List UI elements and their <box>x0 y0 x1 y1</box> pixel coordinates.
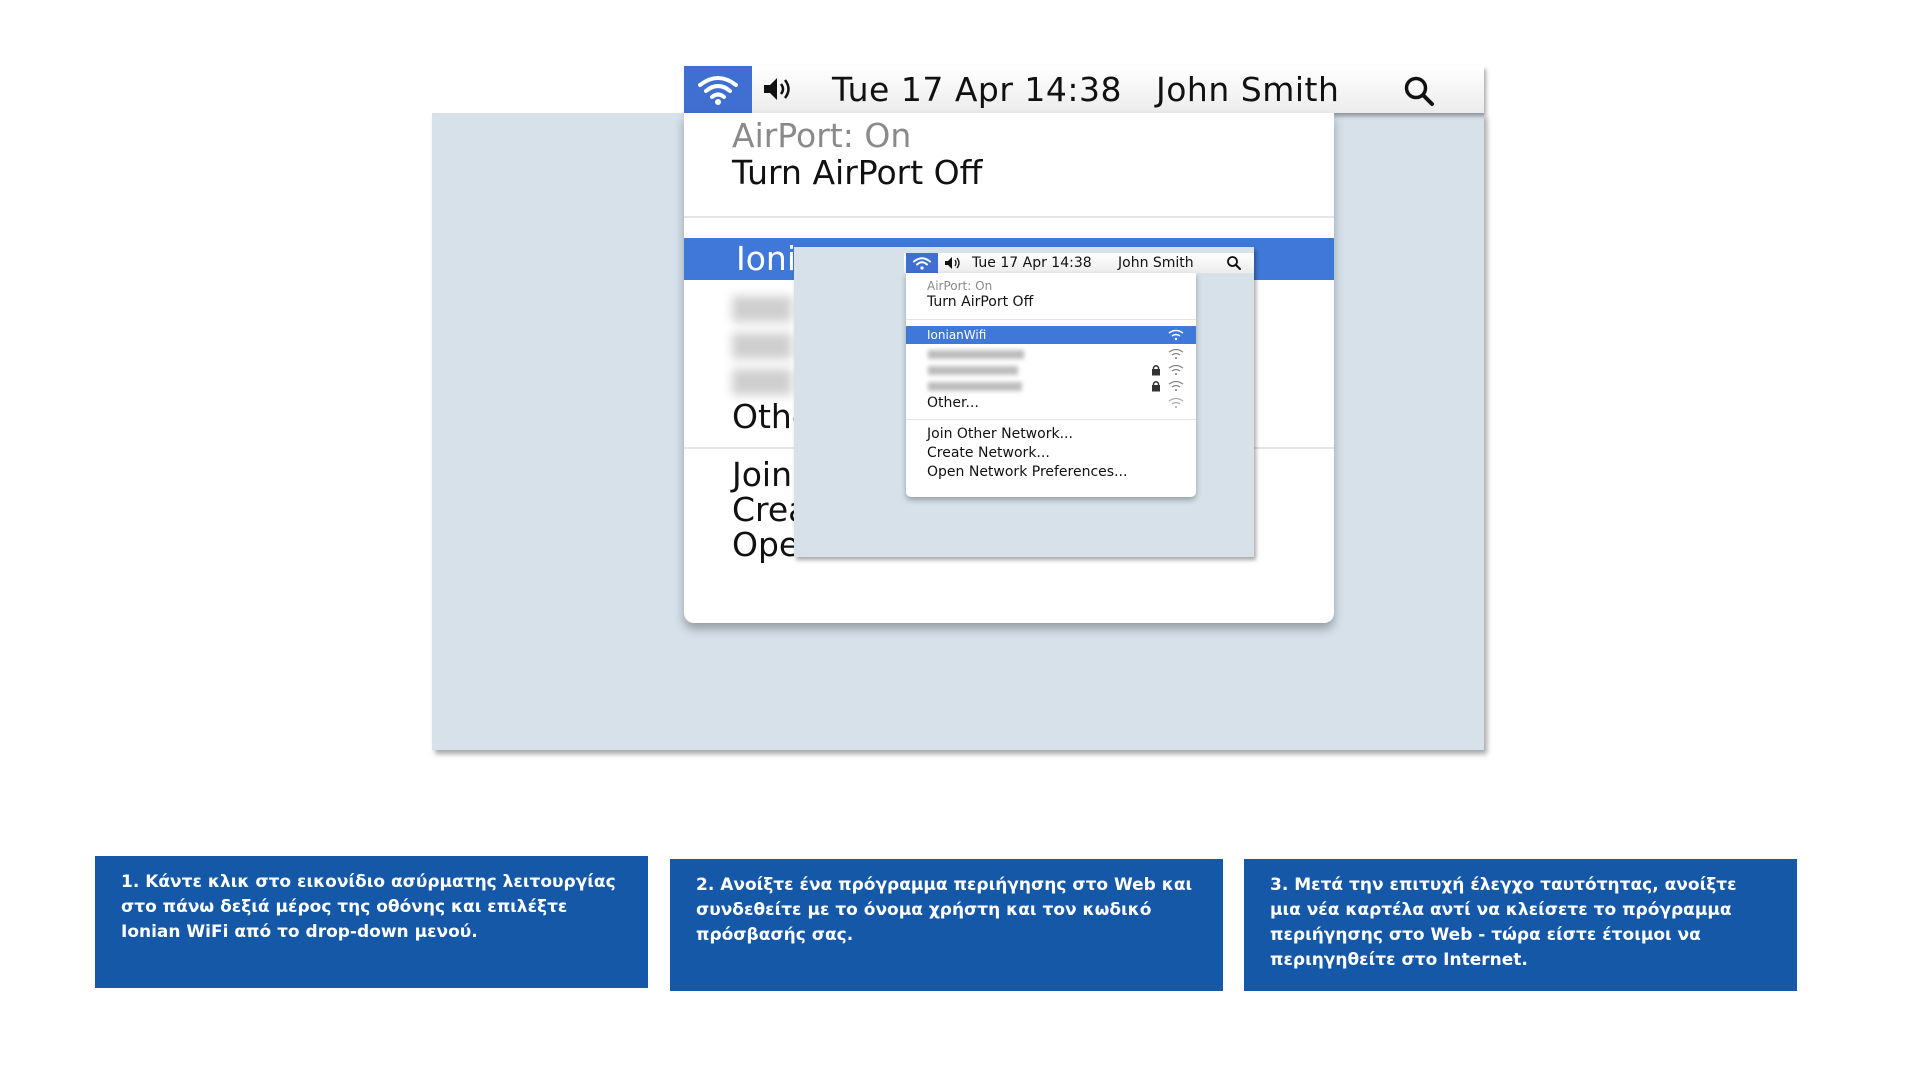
wifi-icon <box>913 256 931 270</box>
wifi-menu-button[interactable] <box>684 66 752 113</box>
network-item-blurred[interactable] <box>732 296 792 322</box>
network-item-blurred[interactable] <box>732 369 792 395</box>
step-1-instruction: 1. Κάντε κλικ στο εικονίδιο ασύρματης λε… <box>95 856 648 988</box>
wifi-menu-button[interactable] <box>906 253 938 273</box>
network-item-blurred[interactable] <box>928 366 1018 375</box>
search-icon <box>1404 76 1434 106</box>
step-2-instruction: 2. Ανοίξτε ένα πρόγραμμα περιήγησης στο … <box>670 859 1223 991</box>
network-item-ionianwifi[interactable]: IonianWifi <box>906 326 1196 344</box>
lock-icon <box>1152 381 1160 392</box>
menubar-user-name[interactable]: John Smith <box>1118 253 1194 273</box>
wifi-signal-icon <box>1168 348 1184 360</box>
speaker-icon <box>764 78 790 100</box>
join-other-network-item[interactable]: Join <box>732 455 792 495</box>
lock-icon <box>1152 365 1160 376</box>
network-item-blurred[interactable] <box>928 350 1024 359</box>
turn-airport-off-item[interactable]: Turn AirPort Off <box>927 293 1033 311</box>
menubar-clock[interactable]: Tue 17 Apr 14:38 <box>832 68 1122 112</box>
step-3-instruction: 3. Μετά την επιτυχή έλεγχο ταυτότητας, α… <box>1244 859 1797 991</box>
menubar-user-name[interactable]: John Smith <box>1156 68 1339 112</box>
menu-divider <box>906 419 1196 420</box>
other-network-item[interactable]: Other... <box>927 394 979 412</box>
wifi-icon <box>698 75 738 105</box>
wifi-signal-icon <box>1168 380 1184 392</box>
open-network-preferences-item[interactable]: Open Network Preferences... <box>927 463 1127 481</box>
network-name: IonianWifi <box>927 328 987 342</box>
airport-status: AirPort: On <box>732 116 912 155</box>
wifi-signal-icon <box>1168 364 1184 376</box>
spotlight-button[interactable] <box>1402 74 1436 108</box>
inset-screenshot: Tue 17 Apr 14:38 John Smith AirPort: On … <box>794 247 1258 561</box>
create-network-item[interactable]: Create Network... <box>927 444 1050 462</box>
volume-button[interactable] <box>762 74 802 104</box>
menu-divider <box>906 319 1196 320</box>
join-other-network-item[interactable]: Join Other Network... <box>927 425 1073 443</box>
network-item-blurred[interactable] <box>732 333 792 359</box>
search-icon <box>1227 256 1241 270</box>
wifi-signal-icon <box>1168 329 1184 341</box>
network-item-blurred[interactable] <box>928 382 1022 391</box>
spotlight-button[interactable] <box>1226 255 1242 271</box>
volume-button[interactable] <box>944 255 962 271</box>
wifi-dropdown-menu: AirPort: On Turn AirPort Off IonianWifi <box>906 273 1196 497</box>
menubar-clock[interactable]: Tue 17 Apr 14:38 <box>972 253 1092 273</box>
turn-airport-off-item[interactable]: Turn AirPort Off <box>732 153 982 193</box>
menu-divider <box>684 216 1334 218</box>
speaker-icon <box>945 257 960 269</box>
wifi-signal-icon <box>1168 397 1184 409</box>
